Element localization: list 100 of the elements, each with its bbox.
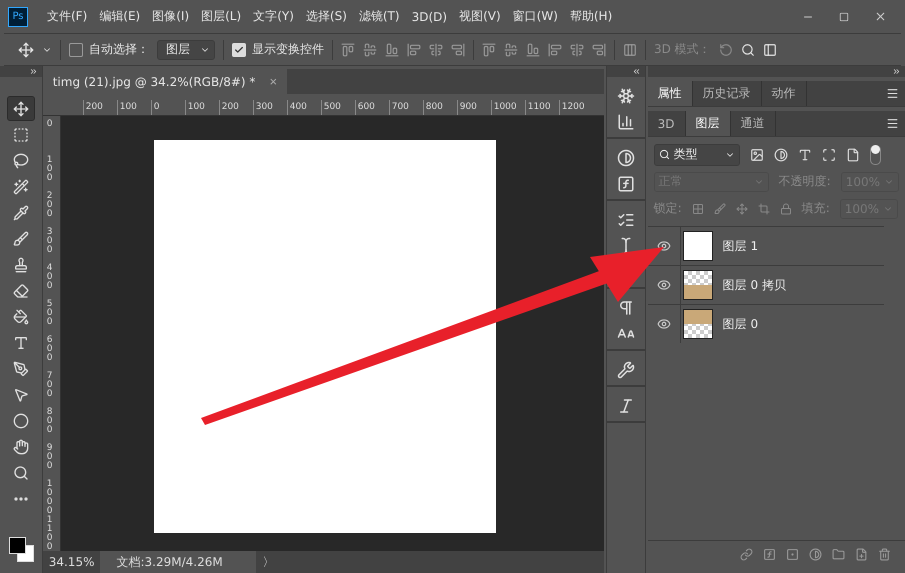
ruler-label: 100 xyxy=(184,100,219,115)
expand-icon[interactable] xyxy=(892,67,902,76)
panel-tab[interactable]: 属性 xyxy=(648,81,693,106)
ruler-label: 800 xyxy=(46,408,52,437)
snowflake-icon[interactable] xyxy=(616,87,635,105)
link-icon[interactable] xyxy=(740,548,754,560)
ellipse-icon xyxy=(12,412,29,428)
type-filter-icon[interactable] xyxy=(798,148,812,162)
visibility-icon[interactable] xyxy=(656,278,671,292)
check-icon xyxy=(234,44,244,54)
layer-thumbnail xyxy=(682,309,713,339)
trash-icon[interactable] xyxy=(878,548,892,560)
ruler-label: 600 xyxy=(46,336,52,365)
move-tool-icon[interactable] xyxy=(18,42,34,58)
menu-item[interactable]: 帮助(H) xyxy=(564,8,618,25)
layer-name: 图层 0 xyxy=(722,316,758,332)
filter-toggle[interactable] xyxy=(870,144,881,164)
columns-icon[interactable] xyxy=(623,42,637,56)
ruler-label: 900 xyxy=(46,444,52,473)
panel-tab[interactable]: 图层 xyxy=(686,111,731,136)
list-icon[interactable] xyxy=(616,211,635,229)
panel-tab[interactable]: 历史记录 xyxy=(692,81,762,106)
close-icon xyxy=(874,10,886,23)
adjustment-filter-icon[interactable] xyxy=(774,148,788,162)
image-filter-icon[interactable] xyxy=(750,148,764,162)
layer-row[interactable]: 图层 0 xyxy=(648,304,884,343)
distribute-icon[interactable] xyxy=(548,42,562,56)
visibility-icon[interactable] xyxy=(656,317,671,331)
magic-wand-icon xyxy=(12,178,29,194)
effects-icon[interactable] xyxy=(763,548,776,560)
more-icon xyxy=(14,496,28,500)
search-icon[interactable] xyxy=(740,42,755,56)
checkbox[interactable] xyxy=(69,42,83,56)
align-icon[interactable] xyxy=(451,42,465,56)
lasso-icon xyxy=(12,152,29,168)
menu-item[interactable]: 图像(I) xyxy=(147,8,194,25)
paint-bucket-icon xyxy=(12,308,29,324)
maximize-icon xyxy=(839,12,849,22)
histogram-icon[interactable] xyxy=(616,113,635,131)
ruler-label: 1000 xyxy=(46,480,52,516)
shape-filter-icon[interactable] xyxy=(822,148,836,162)
tool-button[interactable] xyxy=(6,96,35,121)
folder-icon[interactable] xyxy=(832,548,846,560)
menu-item[interactable]: 视图(V) xyxy=(454,8,506,25)
panel-menu-icon[interactable] xyxy=(886,87,900,100)
menu-item[interactable]: 滤镜(T) xyxy=(354,8,405,25)
menu-item[interactable]: 图层(L) xyxy=(196,8,246,25)
search-icon xyxy=(658,149,670,160)
visibility-icon[interactable] xyxy=(656,239,671,253)
panel-tab[interactable]: 通道 xyxy=(730,111,776,136)
target-dropdown[interactable]: 图层 xyxy=(157,40,215,60)
workspace-icon[interactable] xyxy=(762,42,777,56)
adjustment-icon[interactable] xyxy=(809,548,822,560)
distribute-icon[interactable] xyxy=(482,42,496,56)
tab-title: timg (21).jpg @ 34.2%(RGB/8#) * xyxy=(52,74,256,88)
layer-row[interactable]: 图层 0 拷贝 xyxy=(648,265,884,304)
close-tab-button[interactable]: × xyxy=(269,74,278,89)
filter-dropdown[interactable]: 类型 xyxy=(654,144,740,166)
ruler-label: 100 xyxy=(116,100,151,115)
ruler-label: 300 xyxy=(252,100,287,115)
ruler-label: 400 xyxy=(46,264,52,293)
layer-row[interactable]: 图层 1 xyxy=(648,226,884,265)
expand-icon[interactable] xyxy=(28,67,38,76)
zoom-icon xyxy=(12,464,29,480)
ruler-label: 1100 xyxy=(46,516,52,552)
distribute-icon[interactable] xyxy=(504,42,518,56)
align-icon[interactable] xyxy=(363,42,377,56)
move-icon xyxy=(12,100,29,116)
collapse-icon[interactable] xyxy=(632,67,641,76)
distribute-icon[interactable] xyxy=(526,42,540,56)
wrench-icon[interactable] xyxy=(616,361,635,379)
align-icon[interactable] xyxy=(385,42,399,56)
distribute-icon[interactable] xyxy=(592,42,606,56)
align-icon[interactable] xyxy=(341,42,355,56)
menu-item[interactable]: 窗口(W) xyxy=(508,8,563,25)
ruler-label: 1000 xyxy=(490,100,525,115)
panel-tab[interactable]: 动作 xyxy=(762,81,807,106)
menu-item[interactable]: 编辑(E) xyxy=(94,8,146,25)
ruler-label: 0 xyxy=(150,100,185,115)
document-tab[interactable]: timg (21).jpg @ 34.2%(RGB/8#) * × xyxy=(42,69,288,94)
contrast-icon[interactable] xyxy=(616,149,635,167)
menu-item[interactable]: 文件(F) xyxy=(42,8,92,25)
ruler-label: 900 xyxy=(456,100,491,115)
function-icon[interactable] xyxy=(616,175,635,193)
distribute-icon[interactable] xyxy=(570,42,584,56)
align-icon[interactable] xyxy=(407,42,421,56)
mask-icon[interactable] xyxy=(786,548,800,560)
ruler-label: 100 xyxy=(46,156,52,185)
ruler-label: 0 xyxy=(46,120,52,131)
align-icon[interactable] xyxy=(429,42,443,56)
new-layer-icon[interactable] xyxy=(855,548,868,560)
menu-item[interactable]: 文字(Y) xyxy=(248,8,299,25)
status-arrow[interactable]: 〉 xyxy=(256,554,280,570)
smart-object-filter-icon[interactable] xyxy=(846,148,860,162)
layer-thumbnail xyxy=(682,231,713,261)
menu-item[interactable]: 3D(D) xyxy=(406,10,452,24)
hand-icon xyxy=(12,438,29,454)
menu-item[interactable]: 选择(S) xyxy=(300,8,352,25)
eyedropper-icon xyxy=(12,204,29,220)
panel-menu-icon[interactable] xyxy=(886,117,900,130)
